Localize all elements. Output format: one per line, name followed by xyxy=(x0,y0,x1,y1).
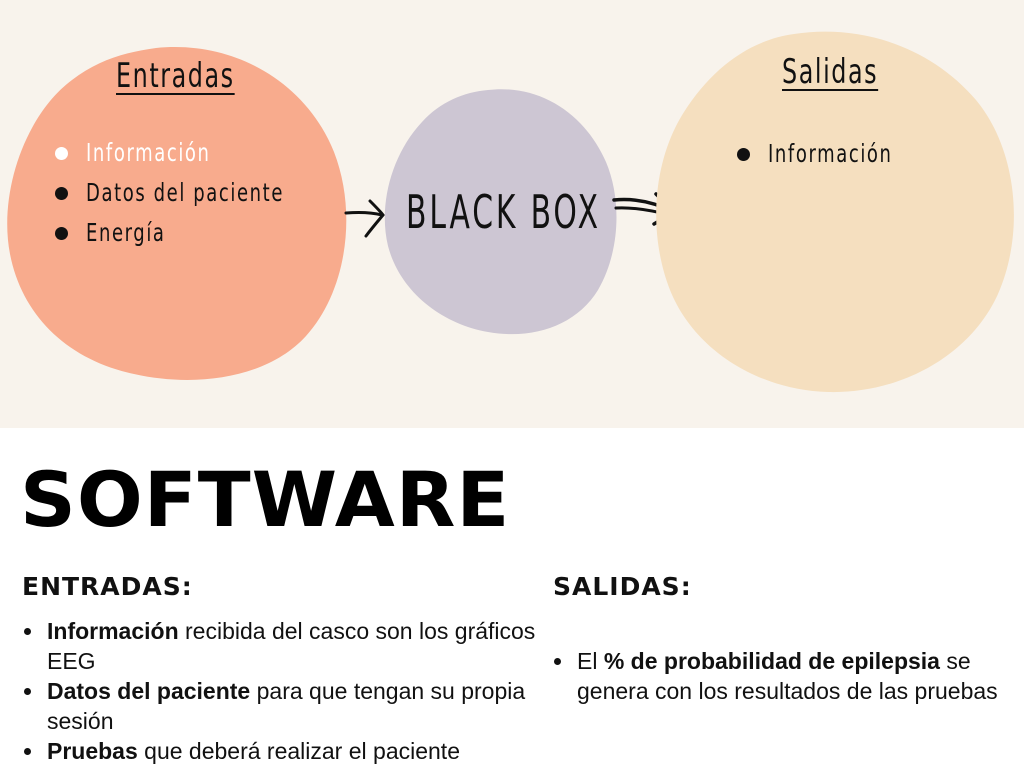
diagram-panel: Entradas Información Datos del paciente … xyxy=(0,0,1024,428)
inputs-item: Datos del paciente xyxy=(52,173,334,213)
list-item-text: que deberá realizar el paciente xyxy=(137,738,460,764)
list-item: Datos del paciente para que tengan su pr… xyxy=(20,676,540,736)
outputs-section-heading: SALIDAS: xyxy=(553,572,692,601)
outputs-item-label: Información xyxy=(768,139,893,168)
arrow-right-icon xyxy=(344,199,385,238)
list-item-prefix: El xyxy=(577,648,604,674)
inputs-item: Energía xyxy=(52,213,334,253)
list-item: Información recibida del casco son los g… xyxy=(20,616,540,676)
list-item-bold: Datos del paciente xyxy=(47,678,251,704)
bullet-icon xyxy=(737,148,750,161)
inputs-section-heading: ENTRADAS: xyxy=(22,572,193,601)
inputs-title: Entradas xyxy=(116,56,235,96)
inputs-section-list: Información recibida del casco son los g… xyxy=(20,616,540,766)
list-item-bold: Información xyxy=(47,618,179,644)
list-item: Pruebas que deberá realizar el paciente xyxy=(20,736,540,766)
list-item: El % de probabilidad de epilepsia se gen… xyxy=(550,646,1012,706)
outputs-item: Información xyxy=(734,134,924,174)
bullet-icon xyxy=(55,147,68,160)
page-title: SOFTWARE xyxy=(20,455,511,544)
outputs-section-list: El % de probabilidad de epilepsia se gen… xyxy=(550,646,1012,706)
bullet-icon xyxy=(55,227,68,240)
inputs-item: Información xyxy=(52,133,334,173)
outputs-list: Información xyxy=(734,134,924,174)
blackbox-label: BLACK BOX xyxy=(406,185,601,239)
inputs-item-label: Energía xyxy=(86,218,166,247)
list-item-bold: Pruebas xyxy=(47,738,138,764)
bullet-icon xyxy=(55,187,68,200)
inputs-item-label: Información xyxy=(86,138,211,167)
inputs-list: Información Datos del paciente Energía xyxy=(52,133,334,253)
outputs-title: Salidas xyxy=(782,52,879,92)
list-item-bold: % de probabilidad de epilepsia xyxy=(603,648,940,674)
inputs-item-label: Datos del paciente xyxy=(86,178,284,207)
